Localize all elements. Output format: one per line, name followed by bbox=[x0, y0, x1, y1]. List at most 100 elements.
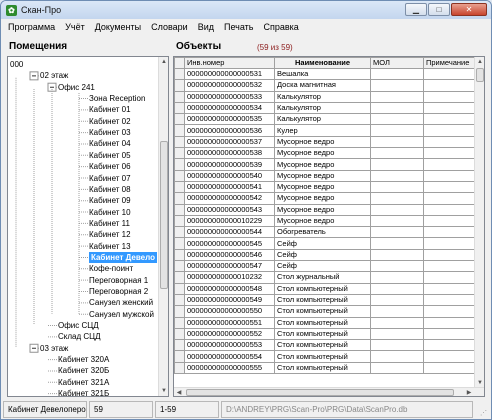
table-cell[interactable]: 000000000000000536 bbox=[184, 124, 275, 137]
table-row[interactable]: 000000000000000541 Мусорное ведро bbox=[174, 180, 476, 194]
scroll-up-arrow-icon[interactable]: ▲ bbox=[475, 57, 484, 67]
column-header[interactable]: МОЛ bbox=[370, 57, 424, 69]
table-cell[interactable]: 000000000000000552 bbox=[184, 327, 275, 341]
table-cell[interactable] bbox=[370, 214, 424, 228]
table-row[interactable]: 000000000000000548 Стол компьютерный bbox=[174, 282, 476, 295]
table-cell[interactable] bbox=[370, 316, 424, 329]
table-cell[interactable] bbox=[423, 350, 476, 363]
table-cell[interactable] bbox=[370, 271, 424, 284]
table-cell[interactable]: Мусорное ведро bbox=[274, 192, 371, 205]
table-cell[interactable]: Мусорное ведро bbox=[274, 135, 371, 149]
grid-horizontal-scrollbar[interactable]: ◀ ▶ bbox=[174, 387, 484, 396]
table-cell[interactable]: Стол компьютерный bbox=[274, 339, 371, 352]
row-indicator[interactable] bbox=[174, 248, 185, 262]
menu-item-3[interactable]: Словари bbox=[146, 22, 193, 32]
tree-node[interactable]: Кабинет 11 bbox=[89, 218, 130, 229]
table-cell[interactable]: 000000000000000554 bbox=[184, 350, 275, 363]
table-cell[interactable] bbox=[370, 101, 424, 115]
table-cell[interactable] bbox=[370, 147, 424, 160]
table-cell[interactable] bbox=[423, 90, 476, 103]
table-cell[interactable]: Мусорное ведро bbox=[274, 158, 371, 171]
table-cell[interactable] bbox=[423, 282, 476, 295]
table-cell[interactable] bbox=[370, 79, 424, 92]
table-cell[interactable]: Доска магнитная bbox=[274, 79, 371, 92]
row-indicator[interactable] bbox=[174, 79, 185, 92]
menu-item-2[interactable]: Документы bbox=[90, 22, 146, 32]
table-cell[interactable] bbox=[370, 192, 424, 205]
maximize-button[interactable]: □ bbox=[428, 3, 450, 16]
table-row[interactable]: 000000000000000533 Калькулятор bbox=[174, 90, 476, 103]
tree-node[interactable]: Кабинет 06 bbox=[89, 161, 131, 172]
table-cell[interactable] bbox=[370, 350, 424, 363]
tree-vertical-scrollbar[interactable]: ▲ ▼ bbox=[158, 57, 168, 396]
scroll-left-arrow-icon[interactable]: ◀ bbox=[174, 388, 184, 396]
table-cell[interactable]: 000000000000000553 bbox=[184, 339, 275, 352]
table-row[interactable]: 000000000000000549 Стол компьютерный bbox=[174, 293, 476, 307]
table-cell[interactable] bbox=[370, 282, 424, 295]
tree-node[interactable]: Кабинет 10 bbox=[89, 207, 131, 218]
tree-node[interactable]: 02 этаж bbox=[40, 70, 68, 81]
table-cell[interactable] bbox=[423, 113, 476, 126]
table-row[interactable]: 000000000000000555 Стол компьютерный bbox=[174, 361, 476, 375]
table-cell[interactable]: Мусорное ведро bbox=[274, 214, 371, 228]
tree-node[interactable]: Офис СЦД bbox=[58, 320, 99, 331]
row-indicator[interactable] bbox=[174, 316, 185, 329]
menu-item-1[interactable]: Учёт bbox=[60, 22, 90, 32]
table-cell[interactable]: 000000000000000544 bbox=[184, 226, 275, 239]
table-cell[interactable] bbox=[370, 158, 424, 171]
tree-node[interactable]: Кабинет 03 bbox=[89, 127, 131, 138]
table-cell[interactable] bbox=[370, 260, 424, 273]
table-row[interactable]: 000000000000000531 Вешалка bbox=[174, 67, 476, 81]
row-indicator[interactable] bbox=[174, 124, 185, 137]
table-cell[interactable] bbox=[370, 248, 424, 262]
tree-node[interactable]: Кабинет 320Б bbox=[58, 365, 109, 376]
tree-node[interactable]: Кабинет 01 bbox=[89, 104, 131, 115]
tree-node[interactable]: Офис 241 bbox=[58, 82, 95, 93]
table-cell[interactable] bbox=[370, 293, 424, 307]
menu-item-5[interactable]: Печать bbox=[219, 22, 258, 32]
tree-node[interactable]: Кабинет 05 bbox=[89, 150, 131, 161]
scroll-right-arrow-icon[interactable]: ▶ bbox=[464, 388, 474, 396]
scroll-down-arrow-icon[interactable]: ▼ bbox=[159, 386, 168, 396]
table-cell[interactable]: Обогреватель bbox=[274, 226, 371, 239]
table-cell[interactable]: 000000000000000548 bbox=[184, 282, 275, 295]
table-cell[interactable]: 000000000000000540 bbox=[184, 169, 275, 182]
menu-item-0[interactable]: Программа bbox=[3, 22, 60, 32]
tree-node[interactable]: Кабинет 12 bbox=[89, 229, 131, 240]
tree-node[interactable]: 03 этаж bbox=[40, 343, 68, 354]
table-cell[interactable] bbox=[423, 293, 476, 307]
table-cell[interactable] bbox=[370, 180, 424, 194]
table-cell[interactable]: 000000000000000534 bbox=[184, 101, 275, 115]
row-indicator[interactable] bbox=[174, 260, 185, 273]
table-cell[interactable] bbox=[370, 339, 424, 352]
table-row[interactable]: 000000000000000535 Калькулятор bbox=[174, 113, 476, 126]
row-indicator[interactable] bbox=[174, 101, 185, 115]
table-cell[interactable]: 000000000000000555 bbox=[184, 361, 275, 375]
tree-node[interactable]: Кабинет 321А bbox=[58, 377, 109, 388]
tree-node[interactable]: Санузел мужской bbox=[89, 309, 154, 320]
column-header[interactable]: Инв.номер bbox=[184, 57, 275, 69]
table-cell[interactable] bbox=[423, 214, 476, 228]
table-cell[interactable]: Сейф bbox=[274, 260, 371, 273]
table-row[interactable]: 000000000000000542 Мусорное ведро bbox=[174, 192, 476, 205]
table-cell[interactable]: 000000000000010229 bbox=[184, 214, 275, 228]
menu-item-4[interactable]: Вид bbox=[193, 22, 219, 32]
row-indicator[interactable] bbox=[174, 203, 185, 216]
table-cell[interactable]: 000000000000000531 bbox=[184, 67, 275, 81]
row-indicator[interactable] bbox=[174, 90, 185, 103]
table-cell[interactable]: 000000000000000550 bbox=[184, 305, 275, 318]
table-cell[interactable]: 000000000000000539 bbox=[184, 158, 275, 171]
table-cell[interactable]: 000000000000000537 bbox=[184, 135, 275, 149]
table-row[interactable]: 000000000000000534 Калькулятор bbox=[174, 101, 476, 115]
tree-node[interactable]: Кофе-поинт bbox=[89, 263, 133, 274]
table-row[interactable]: 000000000000000538 Мусорное ведро bbox=[174, 147, 476, 160]
column-header[interactable]: Примечание bbox=[423, 57, 476, 69]
title-bar[interactable]: ✿ Скан-Про ▁ □ ✕ bbox=[1, 1, 491, 19]
table-cell[interactable] bbox=[423, 327, 476, 341]
table-cell[interactable] bbox=[423, 124, 476, 137]
row-indicator[interactable] bbox=[174, 192, 185, 205]
table-cell[interactable]: 000000000000000535 bbox=[184, 113, 275, 126]
row-indicator[interactable] bbox=[174, 361, 185, 375]
row-indicator[interactable] bbox=[174, 180, 185, 194]
row-indicator[interactable] bbox=[174, 169, 185, 182]
